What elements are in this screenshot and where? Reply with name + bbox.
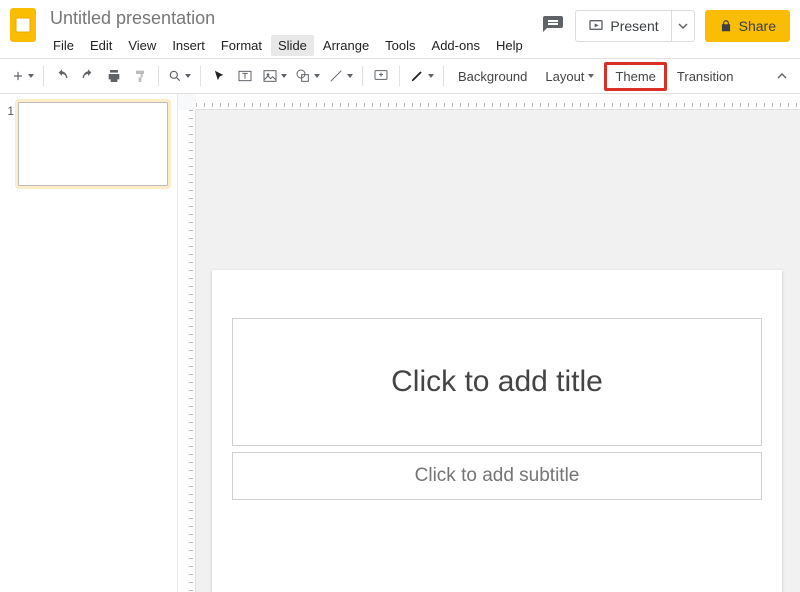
slide-panel: 1 [0, 94, 178, 592]
comment-tool[interactable] [369, 63, 393, 89]
present-button-group: Present [575, 10, 694, 42]
slide-thumb-row: 1 [4, 102, 171, 186]
doc-title[interactable]: Untitled presentation [46, 6, 541, 31]
paint-format-button[interactable] [128, 63, 152, 89]
background-button[interactable]: Background [450, 65, 535, 88]
horizontal-ruler [196, 94, 800, 110]
line-tool[interactable] [325, 63, 356, 89]
pen-tool[interactable] [406, 63, 437, 89]
separator [158, 66, 159, 86]
separator [399, 66, 400, 86]
present-dropdown[interactable] [672, 11, 694, 41]
menu-arrange[interactable]: Arrange [316, 35, 376, 56]
toolbar: Background Layout Theme Transition [0, 58, 800, 94]
new-slide-button[interactable] [8, 63, 37, 89]
menu-addons[interactable]: Add-ons [425, 35, 487, 56]
zoom-icon [168, 69, 182, 83]
separator [43, 66, 44, 86]
menu-slide[interactable]: Slide [271, 35, 314, 56]
image-tool[interactable] [259, 63, 290, 89]
line-icon [328, 68, 344, 84]
subtitle-placeholder[interactable]: Click to add subtitle [232, 452, 762, 500]
slides-logo [10, 8, 36, 42]
image-icon [262, 68, 278, 84]
present-icon [588, 18, 604, 34]
transition-button[interactable]: Transition [669, 65, 742, 88]
separator [443, 66, 444, 86]
undo-button[interactable] [50, 63, 74, 89]
layout-button[interactable]: Layout [537, 65, 602, 88]
title-placeholder[interactable]: Click to add title [232, 318, 762, 446]
redo-icon [80, 68, 96, 84]
menu-edit[interactable]: Edit [83, 35, 119, 56]
hide-menus-button[interactable] [774, 68, 792, 84]
canvas-viewport[interactable]: Click to add title Click to add subtitle [196, 110, 800, 592]
menu-tools[interactable]: Tools [378, 35, 422, 56]
workspace: 1 Click to add title Click to add subtit… [0, 94, 800, 592]
redo-button[interactable] [76, 63, 100, 89]
shape-icon [295, 68, 311, 84]
lock-icon [719, 19, 733, 33]
paint-roller-icon [132, 68, 148, 84]
share-button[interactable]: Share [705, 10, 790, 42]
share-label: Share [739, 18, 776, 34]
separator [362, 66, 363, 86]
header: Untitled presentation File Edit View Ins… [0, 0, 800, 58]
menu-view[interactable]: View [121, 35, 163, 56]
theme-button[interactable]: Theme [604, 62, 666, 91]
separator [200, 66, 201, 86]
textbox-icon [237, 68, 253, 84]
print-icon [106, 68, 122, 84]
comments-icon[interactable] [541, 14, 565, 38]
present-label: Present [610, 18, 658, 34]
chevron-down-icon [678, 21, 688, 31]
slide-number: 1 [4, 102, 14, 186]
menu-insert[interactable]: Insert [165, 35, 212, 56]
header-actions: Present Share [541, 10, 790, 42]
cursor-icon [212, 69, 226, 83]
pen-icon [409, 68, 425, 84]
slide-thumbnail[interactable] [18, 102, 168, 186]
present-button[interactable]: Present [576, 11, 671, 41]
print-button[interactable] [102, 63, 126, 89]
shape-tool[interactable] [292, 63, 323, 89]
menu-format[interactable]: Format [214, 35, 269, 56]
select-tool[interactable] [207, 63, 231, 89]
menu-file[interactable]: File [46, 35, 81, 56]
plus-icon [11, 69, 25, 83]
zoom-button[interactable] [165, 63, 194, 89]
slide-canvas[interactable]: Click to add title Click to add subtitle [212, 270, 782, 592]
textbox-tool[interactable] [233, 63, 257, 89]
menu-help[interactable]: Help [489, 35, 530, 56]
add-comment-icon [373, 68, 389, 84]
canvas-area: Click to add title Click to add subtitle [178, 94, 800, 592]
title-area: Untitled presentation File Edit View Ins… [46, 6, 541, 56]
chevron-up-icon [774, 68, 790, 84]
undo-icon [54, 68, 70, 84]
vertical-ruler [178, 110, 196, 592]
menubar: File Edit View Insert Format Slide Arran… [46, 35, 541, 56]
